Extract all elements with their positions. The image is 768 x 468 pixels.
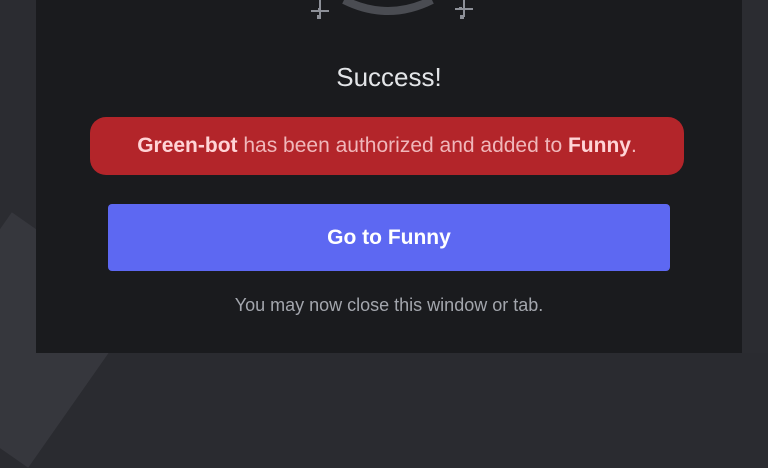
status-banner: Green-bot has been authorized and added …: [90, 117, 684, 175]
success-title: Success!: [336, 62, 442, 92]
success-illustration: [311, 0, 473, 19]
status-message: has been authorized and added to: [237, 134, 568, 157]
bot-name: Green-bot: [137, 134, 238, 157]
server-name: Funny: [567, 134, 631, 157]
close-window-hint: You may now close this window or tab.: [234, 295, 544, 315]
illustration-arc: [342, 0, 434, 15]
go-to-server-button[interactable]: Go to Funny: [108, 204, 670, 271]
authorization-card: Success! Green-bot has been authorized a…: [36, 0, 742, 353]
status-period: .: [630, 134, 637, 157]
